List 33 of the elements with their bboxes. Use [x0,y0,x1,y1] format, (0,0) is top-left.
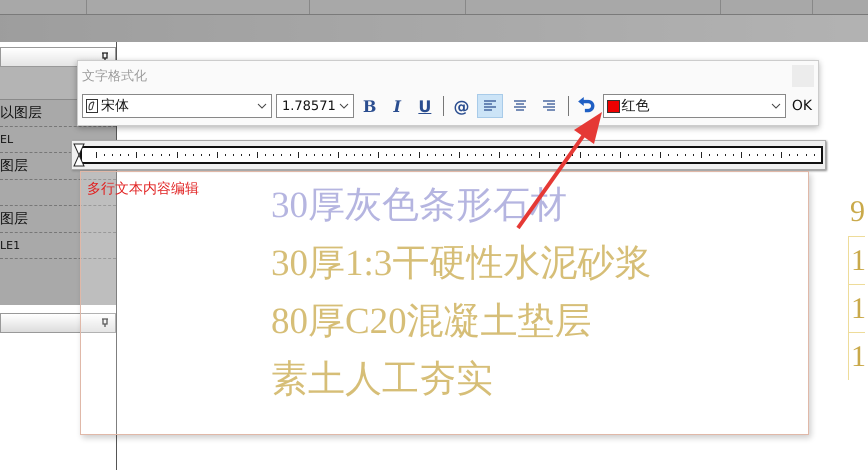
table-cell: 1 [848,284,865,332]
format-button[interactable]: @ [450,94,474,118]
chevron-down-icon [256,103,267,109]
layer-label: 以图层 [0,104,42,122]
indent-marker-icon[interactable] [73,143,85,167]
layer-label: 图层 [0,157,28,175]
ok-button[interactable]: OK [790,98,814,114]
drawing-text: 素土人工夯实 [271,358,494,402]
size-dropdown[interactable]: 1.78571 [276,94,354,118]
table-cell: 1 [848,236,865,284]
table-cell-text: 9 [849,194,865,230]
align-icon [483,100,498,112]
pin-icon[interactable] [101,318,109,328]
align-icon [542,100,556,112]
chevron-down-icon [770,103,781,109]
drawing-text: 80厚C20混凝土垫层 [271,300,593,344]
format-button[interactable]: I [385,94,410,118]
align-button[interactable] [477,94,503,118]
color-dropdown[interactable]: 红色 [602,94,786,118]
format-button[interactable]: U [413,94,437,118]
font-dropdown[interactable]: 宋体 [82,94,272,118]
pin-icon[interactable] [101,52,109,62]
dialog-title: 文字格式化 [82,68,147,85]
table-cell: 1 [848,332,865,380]
layer-name: LE1 [0,239,20,252]
drawing-text: 30厚1:3干硬性水泥砂浆 [271,242,652,286]
layer-name: EL [0,133,14,146]
align-icon [512,100,527,112]
color-swatch [606,100,620,112]
font-icon [86,99,98,113]
layer-label: 图层 [0,210,28,228]
format-button[interactable]: B [358,94,382,118]
chevron-down-icon [338,103,349,109]
